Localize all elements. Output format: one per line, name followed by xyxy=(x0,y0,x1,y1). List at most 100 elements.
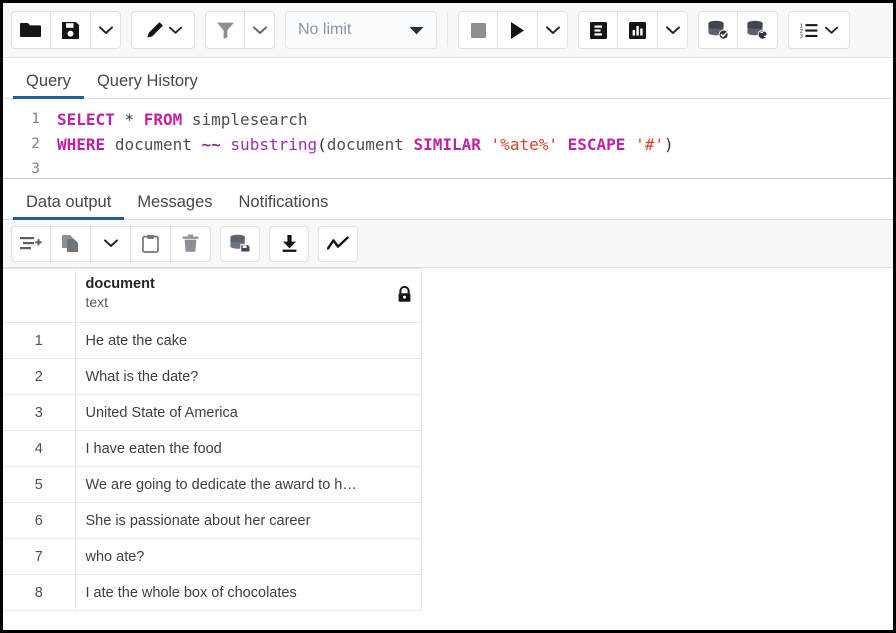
chevron-down-icon xyxy=(409,26,424,35)
explain-analyze-button[interactable] xyxy=(618,11,658,49)
commit-button[interactable] xyxy=(698,11,738,49)
database-check-icon xyxy=(707,20,730,40)
stop-icon xyxy=(470,22,487,39)
document-cell[interactable]: who ate? xyxy=(75,539,421,575)
sql-token: SIMILAR xyxy=(413,135,480,154)
filter-button[interactable] xyxy=(205,11,245,49)
table-row[interactable]: 5We are going to dedicate the award to h… xyxy=(3,467,421,503)
graph-visualiser-button[interactable] xyxy=(318,226,358,262)
sql-token: ) xyxy=(664,135,674,154)
column-header-document[interactable]: document text xyxy=(75,269,421,323)
graph-group xyxy=(318,226,358,262)
row-number-cell[interactable]: 3 xyxy=(3,395,75,431)
document-cell[interactable]: We are going to dedicate the award to h… xyxy=(75,467,421,503)
clipboard-icon xyxy=(142,234,159,253)
document-cell[interactable]: What is the date? xyxy=(75,359,421,395)
table-row[interactable]: 6She is passionate about her career xyxy=(3,503,421,539)
document-cell[interactable]: I ate the whole box of chocolates xyxy=(75,575,421,611)
row-number-cell[interactable]: 1 xyxy=(3,323,75,359)
explain-button[interactable] xyxy=(578,11,618,49)
document-cell[interactable]: He ate the cake xyxy=(75,323,421,359)
chevron-down-icon xyxy=(666,26,680,35)
chevron-down-icon xyxy=(253,26,267,35)
row-number-cell[interactable]: 8 xyxy=(3,575,75,611)
download-group xyxy=(269,226,309,262)
table-row[interactable]: 1He ate the cake xyxy=(3,323,421,359)
tab-query[interactable]: Query xyxy=(13,73,84,99)
paste-button[interactable] xyxy=(131,226,171,262)
sql-editor[interactable]: 1 2 3 SELECT * FROM simplesearchWHERE do… xyxy=(3,99,893,179)
download-button[interactable] xyxy=(269,226,309,262)
tab-notifications[interactable]: Notifications xyxy=(226,194,342,220)
copy-dropdown-button[interactable] xyxy=(91,226,131,262)
open-file-button[interactable] xyxy=(11,11,51,49)
table-row[interactable]: 3United State of America xyxy=(3,395,421,431)
line-number: 1 xyxy=(3,107,40,132)
row-number-cell[interactable]: 7 xyxy=(3,539,75,575)
add-row-button[interactable] xyxy=(11,226,51,262)
grid-body: 1He ate the cake2What is the date?3Unite… xyxy=(3,323,421,611)
execute-dropdown-button[interactable] xyxy=(538,11,568,49)
row-number-cell[interactable]: 6 xyxy=(3,503,75,539)
save-disk-icon xyxy=(61,21,80,40)
copy-button[interactable] xyxy=(51,226,91,262)
stop-button[interactable] xyxy=(458,11,498,49)
sql-token xyxy=(115,110,125,129)
sql-code-area[interactable]: SELECT * FROM simplesearchWHERE document… xyxy=(49,99,893,178)
row-number-cell[interactable]: 4 xyxy=(3,431,75,467)
document-cell[interactable]: She is passionate about her career xyxy=(75,503,421,539)
sql-token: ( xyxy=(317,135,327,154)
output-tab-strip: Data output Messages Notifications xyxy=(3,179,893,220)
tab-data-output[interactable]: Data output xyxy=(13,194,124,220)
save-file-button[interactable] xyxy=(51,11,91,49)
delete-button[interactable] xyxy=(171,226,211,262)
row-limit-select[interactable]: No limit xyxy=(285,11,437,49)
results-grid: document text 1He ate the cake2What is t… xyxy=(3,268,422,611)
table-row[interactable]: 2What is the date? xyxy=(3,359,421,395)
trash-icon xyxy=(182,234,199,253)
execute-button[interactable] xyxy=(498,11,538,49)
tab-data-output-label: Data output xyxy=(26,193,111,211)
funnel-icon xyxy=(216,21,235,39)
document-cell[interactable]: I have eaten the food xyxy=(75,431,421,467)
chevron-down-icon xyxy=(99,26,113,35)
explain-dropdown-button[interactable] xyxy=(658,11,688,49)
edit-button[interactable] xyxy=(131,11,195,49)
add-row-icon xyxy=(20,235,42,252)
sql-token xyxy=(625,135,635,154)
sql-token: ESCAPE xyxy=(568,135,626,154)
tab-query-history-label: Query History xyxy=(97,72,198,90)
rollback-button[interactable] xyxy=(738,11,778,49)
column-name: document xyxy=(86,275,411,293)
sql-token: FROM xyxy=(144,110,183,129)
sql-line: SELECT * FROM simplesearch xyxy=(57,107,893,132)
lock-icon xyxy=(397,286,412,303)
line-chart-icon xyxy=(327,236,349,252)
results-toolbar xyxy=(3,220,893,268)
save-data-changes-button[interactable] xyxy=(220,226,260,262)
macros-button[interactable]: 1 2 3 xyxy=(788,11,850,49)
play-icon xyxy=(509,21,526,40)
svg-text:3: 3 xyxy=(800,34,803,39)
folder-icon xyxy=(20,21,42,39)
tab-messages[interactable]: Messages xyxy=(124,194,225,220)
table-row[interactable]: 8I ate the whole box of chocolates xyxy=(3,575,421,611)
filter-button-group xyxy=(205,11,275,49)
explain-button-group xyxy=(578,11,688,49)
table-row[interactable]: 7who ate? xyxy=(3,539,421,575)
tab-query-history[interactable]: Query History xyxy=(84,73,211,99)
explain-e-icon xyxy=(589,21,608,40)
row-number-cell[interactable]: 5 xyxy=(3,467,75,503)
filter-dropdown-button[interactable] xyxy=(245,11,275,49)
sql-token: document xyxy=(327,135,404,154)
table-row[interactable]: 4I have eaten the food xyxy=(3,431,421,467)
sql-token: substring xyxy=(230,135,317,154)
document-cell[interactable]: United State of America xyxy=(75,395,421,431)
chevron-down-icon xyxy=(546,26,560,35)
save-dropdown-button[interactable] xyxy=(91,11,121,49)
results-grid-wrapper[interactable]: document text 1He ate the cake2What is t… xyxy=(3,268,893,630)
row-number-cell[interactable]: 2 xyxy=(3,359,75,395)
database-save-icon xyxy=(229,234,251,253)
bar-chart-icon xyxy=(628,21,647,40)
sql-token xyxy=(134,110,144,129)
